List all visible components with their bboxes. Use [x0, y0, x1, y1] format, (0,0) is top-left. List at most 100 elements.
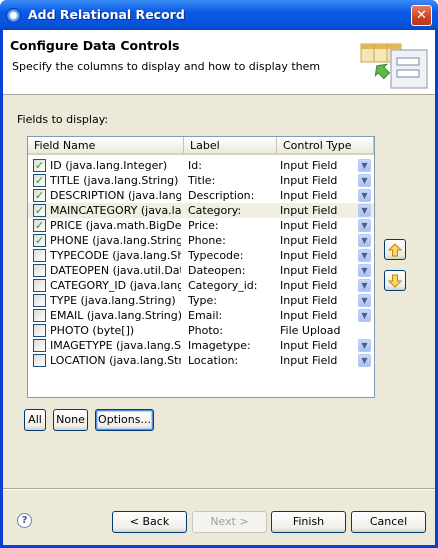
label-cell[interactable]: Phone:	[188, 233, 278, 248]
table-row[interactable]: EMAIL (java.lang.String) Email: Input Fiel…	[28, 308, 374, 323]
field-name-cell: ID (java.lang.Integer)	[50, 159, 168, 172]
field-name-cell: PHOTO (byte[])	[50, 324, 135, 337]
table-row[interactable]: TYPE (java.lang.String) Type: Input Field ▼	[28, 293, 374, 308]
table-row[interactable]: TYPECODE (java.lang.Shor Typecode:Input F…	[28, 248, 374, 263]
label-cell[interactable]: Type:	[188, 293, 278, 308]
table-row[interactable]: LOCATION (java.lang.Strin Location: Input …	[28, 353, 374, 368]
row-checkbox[interactable]	[33, 309, 46, 322]
move-down-button[interactable]	[384, 270, 406, 291]
control-type-cell[interactable]: Input Field	[280, 173, 356, 188]
control-type-dropdown-icon[interactable]: ▼	[358, 189, 371, 202]
help-icon[interactable]: ?	[17, 513, 32, 528]
control-type-dropdown-icon[interactable]: ▼	[358, 234, 371, 247]
row-checkbox[interactable]: ✓	[33, 174, 46, 187]
row-checkbox[interactable]	[33, 249, 46, 262]
control-type-dropdown-icon[interactable]: ▼	[358, 309, 371, 322]
control-type-cell[interactable]: Input Field	[280, 308, 356, 323]
control-type-cell[interactable]: Input Field	[280, 158, 356, 173]
table-row[interactable]: ✓ MAINCATEGORY (java.lan Category: Input Fi…	[28, 203, 374, 218]
label-cell[interactable]: Typecode:	[188, 248, 278, 263]
title-bar[interactable]: Add Relational Record ✕	[0, 0, 438, 30]
table-row[interactable]: ✓ ID (java.lang.Integer) Id: Input Field ▼	[28, 158, 374, 173]
control-type-dropdown-icon[interactable]: ▼	[358, 279, 371, 292]
dialog-window: Add Relational Record ✕ Configure Data C…	[0, 0, 438, 548]
cancel-button[interactable]: Cancel	[351, 511, 426, 533]
control-type-dropdown-icon[interactable]: ▼	[358, 174, 371, 187]
control-type-dropdown-icon[interactable]: ▼	[358, 264, 371, 277]
column-header-label[interactable]: Label	[184, 137, 277, 155]
row-checkbox[interactable]: ✓	[33, 234, 46, 247]
row-checkbox[interactable]	[33, 354, 46, 367]
label-cell[interactable]: Id:	[188, 158, 278, 173]
row-checkbox[interactable]	[33, 324, 46, 337]
table-row[interactable]: PHOTO (byte[]) Photo: File Upload	[28, 323, 374, 338]
control-type-cell[interactable]: Input Field	[280, 278, 356, 293]
row-checkbox[interactable]: ✓	[33, 189, 46, 202]
control-type-cell[interactable]: Input Field	[280, 188, 356, 203]
fields-table: Field Name Label Control Type ✓ ID (java.…	[27, 136, 375, 398]
label-cell[interactable]: Dateopen:	[188, 263, 278, 278]
label-cell[interactable]: Price:	[188, 218, 278, 233]
label-cell[interactable]: Category_id:	[188, 278, 278, 293]
row-checkbox[interactable]	[33, 339, 46, 352]
field-name-cell: TITLE (java.lang.String)	[50, 174, 179, 187]
control-type-cell[interactable]: Input Field	[280, 353, 356, 368]
control-type-cell[interactable]: Input Field	[280, 203, 356, 218]
move-up-button[interactable]	[384, 239, 406, 260]
wizard-header: Configure Data Controls Specify the colu…	[3, 30, 435, 95]
table-row[interactable]: ✓ PRICE (java.math.BigDeci Price: Input Fie…	[28, 218, 374, 233]
table-row[interactable]: ✓ TITLE (java.lang.String) Title: Input Fie…	[28, 173, 374, 188]
control-type-dropdown-icon[interactable]: ▼	[358, 204, 371, 217]
table-row[interactable]: ✓ DESCRIPTION (java.lang.S Description: Inp…	[28, 188, 374, 203]
select-none-label: None	[56, 413, 85, 426]
label-cell[interactable]: Photo:	[188, 323, 278, 338]
control-type-cell[interactable]: File Upload	[280, 323, 356, 338]
page-description: Specify the columns to display and how t…	[12, 60, 321, 73]
next-button[interactable]: Next >	[192, 511, 267, 533]
row-checkbox[interactable]: ✓	[33, 204, 46, 217]
control-type-dropdown-icon[interactable]: ▼	[358, 249, 371, 262]
row-checkbox[interactable]	[33, 264, 46, 277]
control-type-dropdown-icon[interactable]: ▼	[358, 219, 371, 232]
column-header-field-name[interactable]: Field Name	[28, 137, 184, 155]
control-type-cell[interactable]: Input Field	[280, 338, 356, 353]
label-cell[interactable]: Category:	[188, 203, 278, 218]
table-row[interactable]: CATEGORY_ID (java.lang. Category_id: Input…	[28, 278, 374, 293]
label-cell[interactable]: Email:	[188, 308, 278, 323]
arrow-down-icon	[387, 274, 403, 288]
field-name-cell: DESCRIPTION (java.lang.S	[50, 189, 181, 202]
arrow-up-icon	[387, 243, 403, 257]
field-name-cell: CATEGORY_ID (java.lang.	[50, 279, 181, 292]
close-button[interactable]: ✕	[411, 5, 432, 26]
control-type-dropdown-icon[interactable]: ▼	[358, 159, 371, 172]
row-checkbox[interactable]	[33, 279, 46, 292]
label-cell[interactable]: Imagetype:	[188, 338, 278, 353]
back-button[interactable]: < Back	[112, 511, 187, 533]
control-type-cell[interactable]: Input Field	[280, 293, 356, 308]
field-name-cell: PHONE (java.lang.String)	[50, 234, 181, 247]
control-type-dropdown-icon[interactable]: ▼	[358, 339, 371, 352]
control-type-dropdown-icon[interactable]: ▼	[358, 354, 371, 367]
field-name-cell: PRICE (java.math.BigDeci	[50, 219, 181, 232]
label-cell[interactable]: Location:	[188, 353, 278, 368]
label-cell[interactable]: Description:	[188, 188, 278, 203]
control-type-cell[interactable]: Input Field	[280, 248, 356, 263]
options-button[interactable]: Options...	[95, 409, 154, 431]
column-header-control-type[interactable]: Control Type	[277, 137, 374, 155]
row-checkbox[interactable]: ✓	[33, 219, 46, 232]
eclipse-app-icon	[6, 8, 21, 23]
control-type-cell[interactable]: Input Field	[280, 263, 356, 278]
control-type-cell[interactable]: Input Field	[280, 218, 356, 233]
table-row[interactable]: DATEOPEN (java.util.Date) Dateopen: Input …	[28, 263, 374, 278]
label-cell[interactable]: Title:	[188, 173, 278, 188]
table-row[interactable]: ✓ PHONE (java.lang.String) Phone: Input Fie…	[28, 233, 374, 248]
control-type-dropdown-icon[interactable]: ▼	[358, 294, 371, 307]
row-checkbox[interactable]	[33, 294, 46, 307]
table-row[interactable]: IMAGETYPE (java.lang.Stri Imagetype: Input…	[28, 338, 374, 353]
select-none-button[interactable]: None	[53, 409, 88, 431]
field-name-cell: IMAGETYPE (java.lang.Stri	[50, 339, 181, 352]
control-type-cell[interactable]: Input Field	[280, 233, 356, 248]
row-checkbox[interactable]: ✓	[33, 159, 46, 172]
select-all-button[interactable]: All	[24, 409, 46, 431]
finish-button[interactable]: Finish	[271, 511, 346, 533]
